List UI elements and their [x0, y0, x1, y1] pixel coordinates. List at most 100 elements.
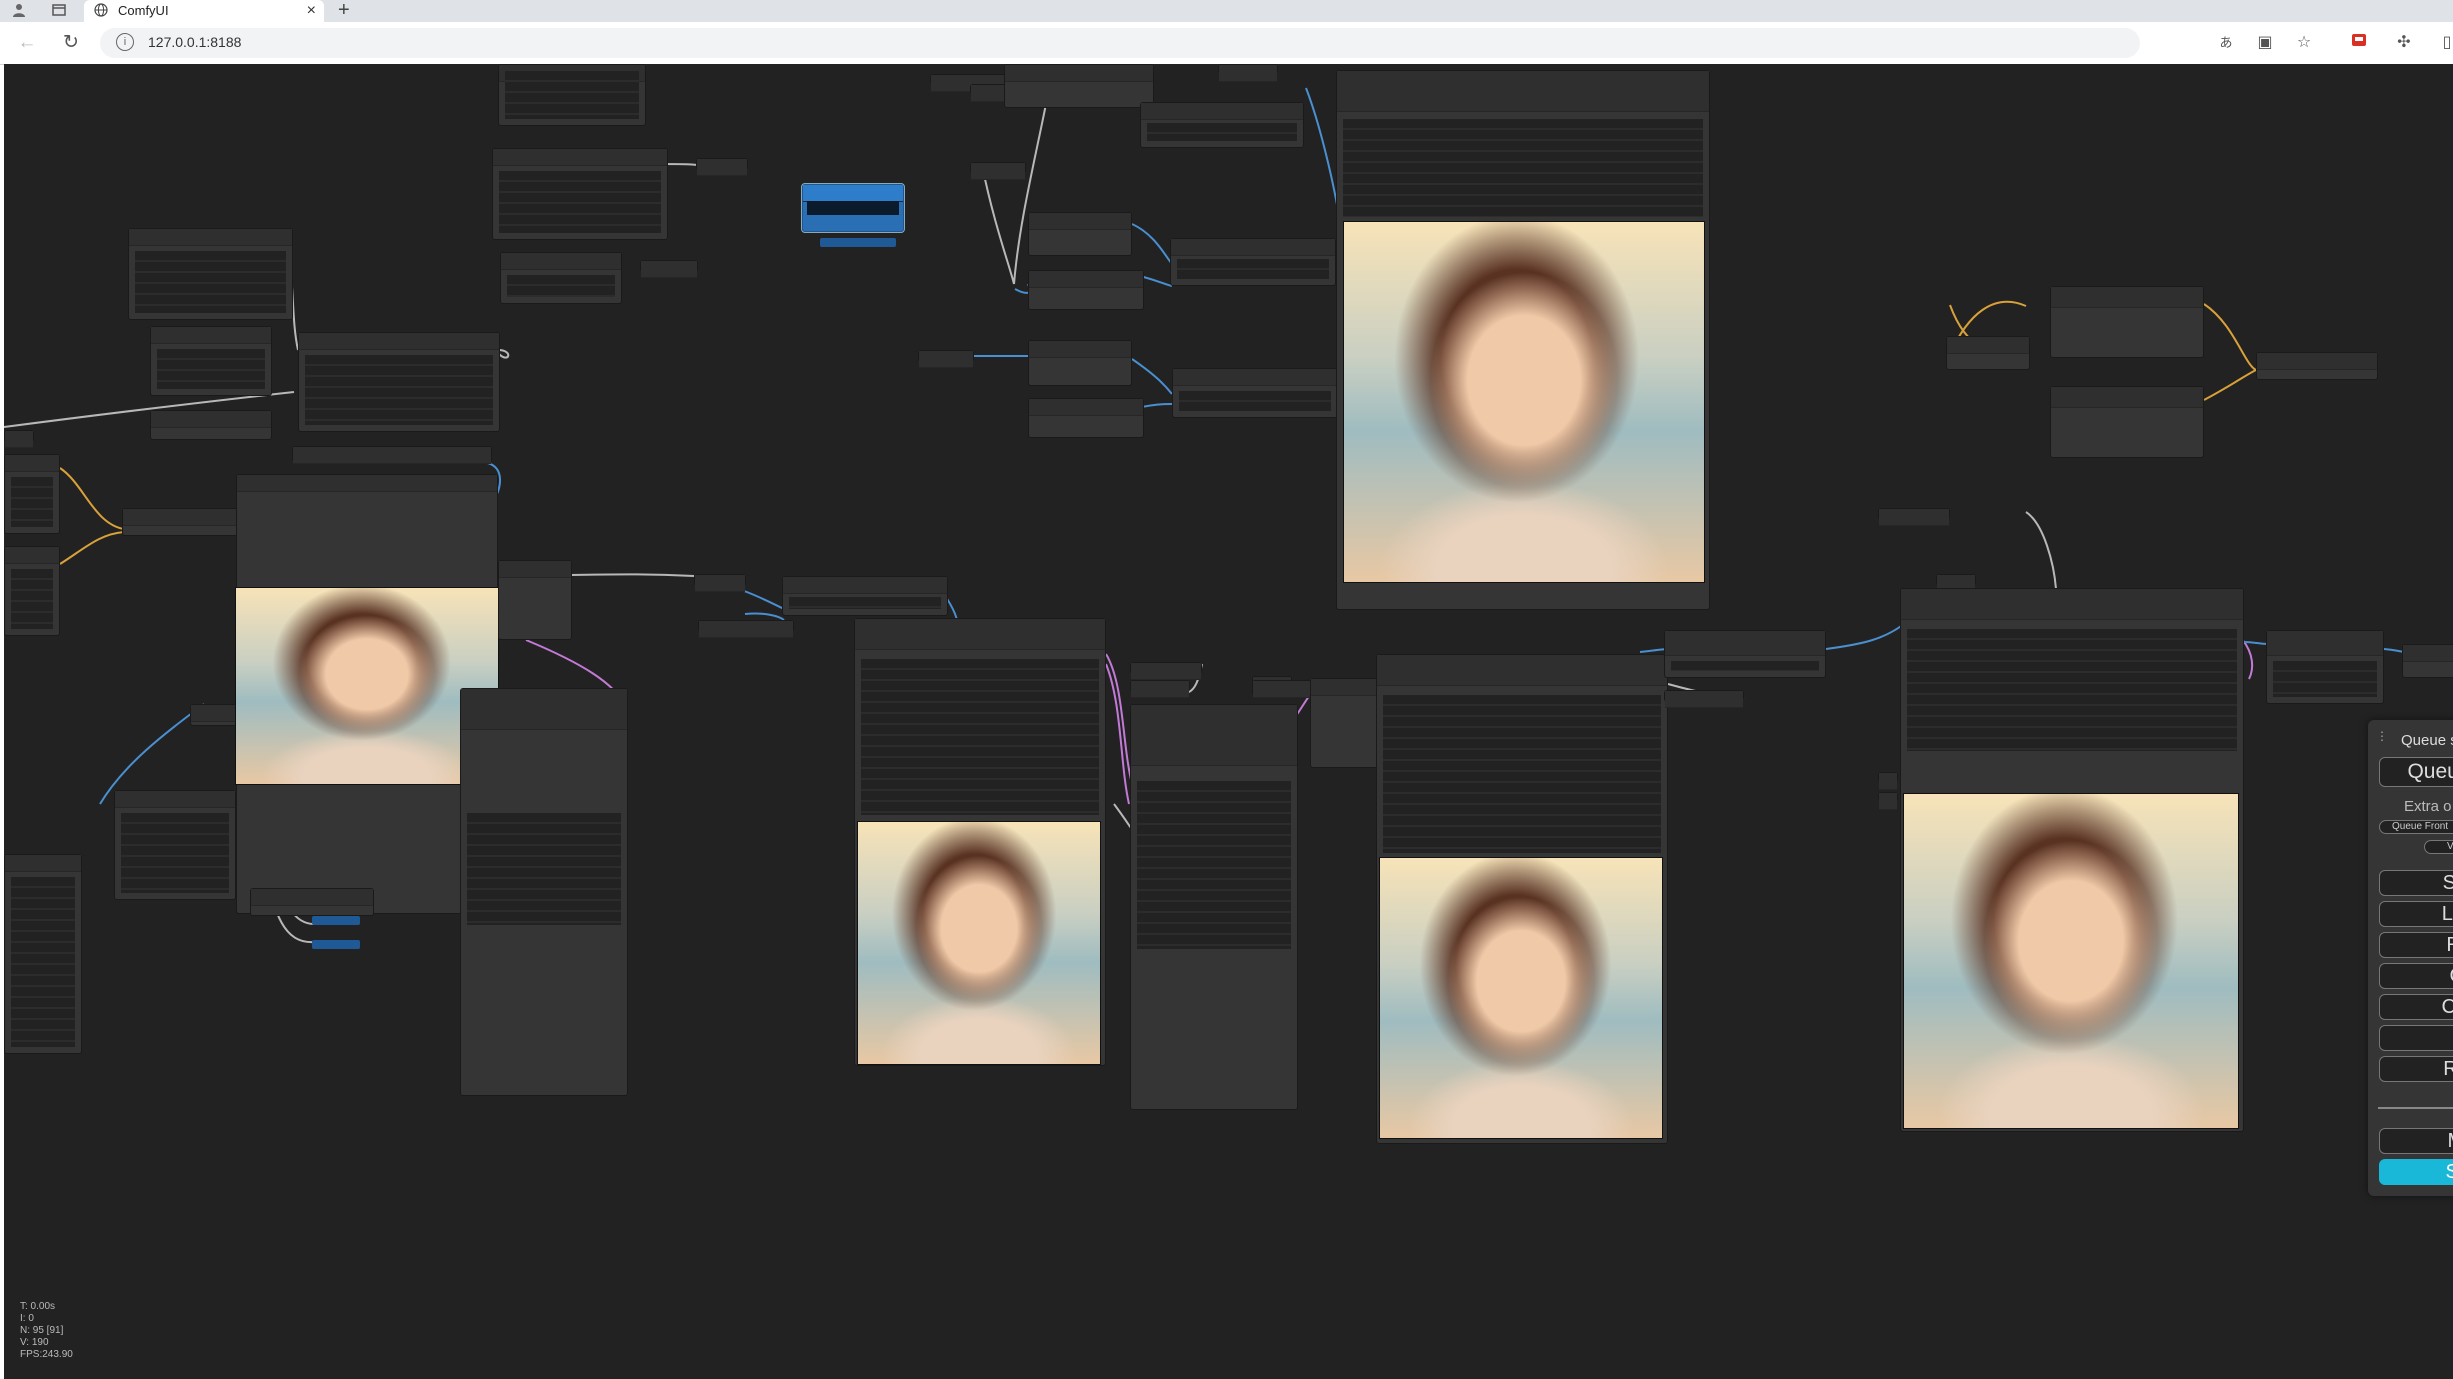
node[interactable] [128, 228, 293, 320]
generated-image-preview[interactable] [857, 821, 1101, 1065]
view-queue-button[interactable]: View [2424, 840, 2453, 854]
load-button[interactable]: Lo [2379, 901, 2453, 927]
wire [2203, 369, 2257, 401]
node[interactable] [1664, 690, 1744, 708]
cast-icon[interactable]: ▣ [2254, 32, 2276, 54]
node[interactable] [1140, 102, 1304, 148]
node[interactable] [698, 620, 794, 638]
node[interactable] [4, 430, 34, 448]
node[interactable] [694, 574, 746, 592]
preview-image-node[interactable] [235, 474, 499, 914]
info-icon[interactable]: i [116, 33, 134, 51]
node[interactable] [1028, 270, 1144, 310]
node[interactable] [1028, 398, 1144, 438]
node[interactable] [2256, 352, 2378, 380]
node[interactable] [1946, 336, 2030, 370]
node[interactable] [150, 326, 272, 396]
node[interactable] [298, 332, 500, 432]
new-tab-button[interactable]: + [338, 0, 350, 20]
tab-search-icon[interactable] [50, 2, 68, 20]
reroute-node[interactable] [312, 940, 360, 949]
node[interactable] [150, 410, 272, 440]
node[interactable] [1664, 630, 1826, 678]
translate-icon[interactable]: あ [2215, 32, 2237, 54]
stat-time: T: 0.00s [20, 1301, 56, 1312]
puzzle-icon[interactable]: ✣ [2393, 32, 2415, 54]
node[interactable] [1172, 368, 1338, 418]
node[interactable] [114, 790, 236, 900]
node[interactable] [2050, 386, 2204, 458]
wire [2243, 641, 2269, 645]
stat-iteration: I: 0 [20, 1313, 34, 1324]
node[interactable] [918, 350, 974, 368]
preview-image-node[interactable] [1900, 588, 2244, 1132]
node[interactable] [970, 162, 1026, 180]
node[interactable] [1218, 64, 1278, 82]
close-tab-icon[interactable]: × [307, 1, 316, 21]
node[interactable] [1936, 574, 1976, 592]
split-view-icon[interactable]: ▯ [2436, 32, 2453, 54]
node[interactable] [782, 576, 948, 616]
node[interactable] [1130, 704, 1298, 1110]
node[interactable] [1170, 238, 1336, 286]
node[interactable] [4, 546, 60, 636]
node[interactable] [498, 560, 572, 640]
clipspace-button[interactable]: Clip [2379, 963, 2453, 989]
node[interactable] [250, 888, 374, 916]
node[interactable] [1878, 772, 1898, 790]
node[interactable] [1878, 792, 1898, 810]
profile-icon[interactable] [10, 2, 28, 20]
queue-prompt-button[interactable]: Queue [2379, 757, 2453, 787]
node[interactable] [492, 148, 668, 240]
star-icon[interactable]: ☆ [2293, 32, 2315, 54]
node[interactable] [460, 688, 628, 1096]
generated-image-preview[interactable] [1903, 793, 2239, 1129]
drag-handle-icon[interactable]: ⋮ [2376, 730, 2388, 742]
node[interactable] [696, 158, 748, 176]
node[interactable] [498, 64, 646, 126]
node[interactable] [1028, 340, 1132, 386]
save-button[interactable]: S [2379, 870, 2453, 896]
clear-button[interactable]: C [2379, 994, 2453, 1020]
reset-view-button[interactable]: Rese [2379, 1056, 2453, 1082]
generated-image-preview[interactable] [1343, 221, 1705, 583]
node[interactable] [1130, 680, 1190, 698]
share-button[interactable]: Sh [2379, 1159, 2453, 1185]
tab-comfyui[interactable]: ComfyUI × [84, 0, 324, 22]
selected-group-node[interactable] [801, 183, 905, 233]
reroute-node[interactable] [820, 238, 896, 247]
back-arrow-icon[interactable]: ← [16, 32, 38, 54]
preview-image-node[interactable] [854, 618, 1106, 1066]
node-graph-canvas[interactable]: T: 0.00s I: 0 N: 95 [91] V: 190 FPS:243.… [4, 64, 2453, 1379]
node[interactable] [2050, 286, 2204, 358]
extra-options-checkbox[interactable]: Extra o [2404, 798, 2452, 815]
node[interactable] [2402, 644, 2453, 678]
load-default-button[interactable]: Load [2379, 1025, 2453, 1051]
reload-icon[interactable]: ↻ [60, 32, 82, 54]
node[interactable] [1252, 680, 1314, 698]
node[interactable] [2266, 630, 2384, 704]
node[interactable] [4, 454, 60, 534]
address-bar[interactable]: i 127.0.0.1:8188 [100, 28, 2140, 58]
manager-button[interactable]: Mar [2379, 1128, 2453, 1154]
wire [1131, 358, 1173, 395]
preview-image-node[interactable] [1336, 70, 1710, 610]
node[interactable] [190, 704, 240, 726]
preview-image-node[interactable] [1376, 654, 1668, 1144]
node[interactable] [1028, 212, 1132, 256]
node[interactable] [1310, 678, 1382, 768]
node[interactable] [640, 260, 698, 278]
extension-icon[interactable] [2348, 32, 2370, 54]
reroute-node[interactable] [312, 916, 360, 925]
url-text[interactable]: 127.0.0.1:8188 [148, 34, 241, 50]
node[interactable] [930, 74, 1010, 92]
queue-front-button[interactable]: Queue Front [2379, 820, 2453, 834]
refresh-button[interactable]: Re [2379, 932, 2453, 958]
node[interactable] [1878, 508, 1950, 526]
node[interactable] [4, 854, 82, 1054]
node[interactable] [1004, 64, 1154, 108]
generated-image-preview[interactable] [1379, 857, 1663, 1139]
node[interactable] [1130, 662, 1202, 680]
node[interactable] [292, 446, 492, 464]
node[interactable] [500, 252, 622, 304]
